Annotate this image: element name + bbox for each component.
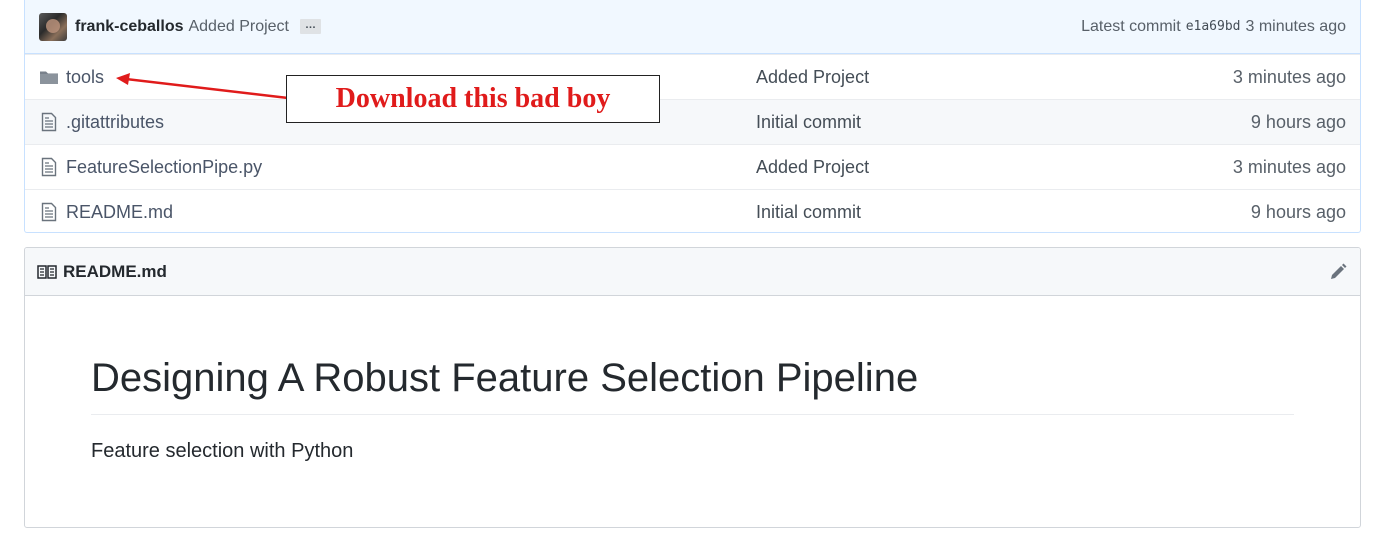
file-age: 9 hours ago <box>1250 111 1346 132</box>
annotation-arrow <box>116 73 289 100</box>
commit-author[interactable]: frank-ceballos <box>75 18 183 36</box>
file-name[interactable]: FeatureSelectionPipe.py <box>66 157 756 178</box>
folder-icon <box>39 67 59 87</box>
readme-description: Feature selection with Python <box>91 440 354 462</box>
book-icon <box>37 264 57 280</box>
file-commit-message[interactable]: Initial commit <box>756 202 1251 223</box>
file-row[interactable]: FeatureSelectionPipe.py Added Project 3 … <box>25 144 1360 189</box>
file-icon <box>39 157 59 177</box>
commit-message[interactable]: Added Project <box>188 18 289 36</box>
latest-commit-label: Latest commit <box>1081 17 1181 35</box>
pencil-icon[interactable] <box>1328 262 1348 282</box>
file-name[interactable]: README.md <box>66 202 756 223</box>
file-commit-message[interactable]: Added Project <box>756 67 1233 88</box>
readme-body: Designing A Robust Feature Selection Pip… <box>25 354 1360 463</box>
readme-header: README.md <box>25 248 1360 296</box>
file-age: 3 minutes ago <box>1232 156 1346 177</box>
readme-title: Designing A Robust Feature Selection Pip… <box>91 354 1294 415</box>
file-commit-message[interactable]: Added Project <box>756 157 1233 178</box>
file-commit-message[interactable]: Initial commit <box>756 112 1251 133</box>
commit-sha[interactable]: e1a69bd <box>1186 19 1241 34</box>
file-list: frank-ceballos Added Project … Latest co… <box>24 0 1361 233</box>
file-age: 3 minutes ago <box>1232 66 1346 87</box>
commit-age: 3 minutes ago <box>1245 17 1346 35</box>
file-icon <box>39 112 59 132</box>
file-age: 9 hours ago <box>1250 201 1346 222</box>
expand-commit-button[interactable]: … <box>300 19 321 34</box>
file-icon <box>39 202 59 222</box>
readme-panel: README.md Designing A Robust Feature Sel… <box>24 247 1361 528</box>
readme-filename: README.md <box>63 261 167 281</box>
annotation-callout: Download this bad boy <box>286 75 660 123</box>
latest-commit-bar: frank-ceballos Added Project … Latest co… <box>25 0 1360 54</box>
avatar[interactable] <box>39 12 67 41</box>
file-row[interactable]: README.md Initial commit 9 hours ago <box>25 189 1360 232</box>
